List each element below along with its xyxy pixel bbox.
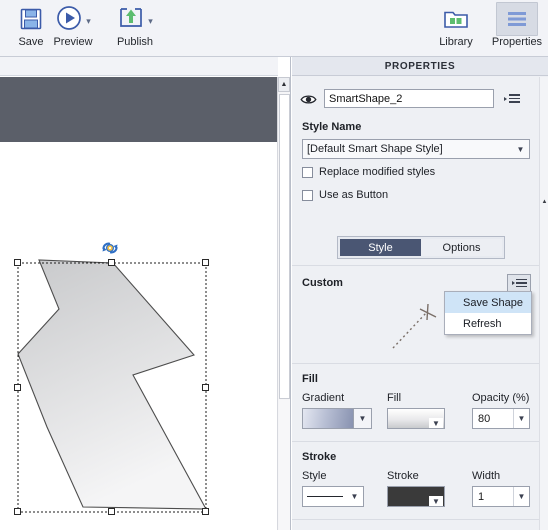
fill-section-label: Fill bbox=[302, 373, 318, 385]
custom-options-menu-button[interactable] bbox=[507, 274, 531, 292]
style-options-tabs: Style Options bbox=[337, 236, 505, 259]
stroke-color-picker[interactable]: ▼ bbox=[387, 486, 445, 507]
stroke-width-chevron-down-icon[interactable]: ▼ bbox=[513, 487, 529, 506]
publish-chevron-down-icon[interactable]: ▾ bbox=[148, 16, 153, 27]
resize-handle-top-center[interactable] bbox=[108, 259, 115, 266]
properties-button-label: Properties bbox=[491, 36, 543, 48]
save-floppy-icon bbox=[18, 2, 44, 36]
gradient-label: Gradient bbox=[302, 392, 345, 404]
replace-modified-styles-label: Replace modified styles bbox=[319, 166, 436, 178]
canvas-vertical-scrollbar[interactable]: ▲ bbox=[277, 77, 290, 530]
shape-name-input[interactable] bbox=[324, 89, 494, 108]
stroke-style-line-preview bbox=[307, 496, 343, 497]
style-name-dropdown-value: [Default Smart Shape Style] bbox=[307, 143, 443, 155]
stroke-color-swatch[interactable]: ▼ bbox=[387, 486, 445, 507]
style-name-label: Style Name bbox=[302, 121, 362, 133]
canvas-slide-page[interactable] bbox=[0, 142, 278, 530]
fill-picker[interactable]: ▼ bbox=[387, 408, 445, 429]
publish-button[interactable]: ▾ Publish bbox=[104, 2, 166, 55]
preview-chevron-down-icon[interactable]: ▾ bbox=[86, 16, 91, 27]
opacity-chevron-down-icon[interactable]: ▼ bbox=[513, 409, 529, 428]
style-name-dropdown[interactable]: [Default Smart Shape Style] ▼ bbox=[302, 139, 530, 159]
library-button[interactable]: Library bbox=[425, 2, 487, 55]
replace-modified-styles-row[interactable]: Replace modified styles bbox=[302, 166, 435, 178]
canvas-dark-band bbox=[0, 77, 278, 142]
resize-handle-middle-right[interactable] bbox=[202, 384, 209, 391]
custom-section-label: Custom bbox=[302, 277, 343, 289]
fill-chevron-down-icon[interactable]: ▼ bbox=[429, 418, 443, 428]
properties-panel-body: Style Name [Default Smart Shape Style] ▼… bbox=[292, 77, 539, 530]
menu-item-save-shape[interactable]: Save Shape bbox=[445, 292, 531, 313]
resize-handle-middle-left[interactable] bbox=[14, 384, 21, 391]
opacity-stepper[interactable]: 80 ▼ bbox=[472, 408, 530, 429]
application-window: Save ▾ Preview ▾ Publish Library Propert… bbox=[0, 0, 548, 530]
visibility-eye-icon[interactable] bbox=[300, 93, 317, 105]
custom-section: Custom Save Shape Refresh bbox=[292, 265, 539, 361]
menu-item-refresh[interactable]: Refresh bbox=[445, 313, 531, 334]
use-as-button-label: Use as Button bbox=[319, 189, 389, 201]
fill-label: Fill bbox=[387, 392, 402, 404]
stroke-width-value: 1 bbox=[478, 490, 485, 503]
opacity-label: Opacity (%) bbox=[472, 392, 530, 404]
stroke-style-label: Style bbox=[302, 470, 327, 482]
rotate-handle-icon[interactable] bbox=[100, 240, 120, 256]
canvas-top-strip bbox=[0, 57, 278, 76]
fill-swatch[interactable]: ▼ bbox=[387, 408, 445, 429]
gradient-swatch[interactable] bbox=[302, 408, 354, 429]
stroke-style-dropdown[interactable]: ▼ bbox=[302, 486, 364, 507]
main-toolbar: Save ▾ Preview ▾ Publish Library Propert… bbox=[0, 0, 548, 57]
opacity-value: 80 bbox=[478, 412, 491, 425]
tab-options[interactable]: Options bbox=[421, 239, 502, 256]
use-as-button-checkbox[interactable] bbox=[302, 189, 313, 201]
resize-handle-bottom-left[interactable] bbox=[14, 508, 21, 515]
preview-button[interactable]: ▾ Preview bbox=[42, 2, 104, 55]
stroke-width-label: Width bbox=[472, 470, 501, 482]
publish-button-label: Publish bbox=[116, 36, 154, 48]
canvas-scrollbar-track[interactable] bbox=[279, 400, 290, 530]
library-folder-icon bbox=[442, 2, 470, 36]
library-button-label: Library bbox=[439, 36, 473, 48]
fill-section: Fill Gradient ▼ Fill ▼ Opacity (%) 80 ▼ bbox=[292, 363, 539, 441]
style-name-chevron-down-icon[interactable]: ▼ bbox=[512, 140, 529, 158]
shadow-and-reflection-section[interactable]: Shadow and Reflection bbox=[292, 519, 539, 530]
properties-vertical-scrollbar[interactable]: ▲ bbox=[539, 77, 548, 530]
scroll-up-arrow-icon[interactable]: ▲ bbox=[278, 77, 290, 92]
custom-options-dropdown-menu[interactable]: Save Shape Refresh bbox=[444, 291, 532, 335]
properties-scroll-up-arrow-icon[interactable]: ▲ bbox=[541, 198, 548, 206]
shape-name-row bbox=[292, 89, 539, 108]
stroke-color-chevron-down-icon[interactable]: ▼ bbox=[429, 496, 443, 506]
publish-upload-icon bbox=[117, 5, 145, 34]
properties-lines-icon bbox=[496, 2, 538, 36]
preview-play-icon bbox=[55, 4, 83, 35]
tab-style[interactable]: Style bbox=[340, 239, 421, 256]
preview-button-label: Preview bbox=[53, 36, 93, 48]
resize-handle-bottom-center[interactable] bbox=[108, 508, 115, 515]
stroke-width-stepper[interactable]: 1 ▼ bbox=[472, 486, 530, 507]
stroke-color-label: Stroke bbox=[387, 470, 419, 482]
canvas-area[interactable]: ▲ bbox=[0, 57, 291, 530]
stroke-section-label: Stroke bbox=[302, 451, 337, 463]
properties-panel: PROPERTIES Style Name [Defa bbox=[292, 57, 548, 530]
save-button-label: Save bbox=[18, 36, 44, 48]
gradient-picker[interactable]: ▼ bbox=[302, 408, 372, 429]
properties-panel-title: PROPERTIES bbox=[292, 57, 548, 76]
gradient-chevron-down-icon[interactable]: ▼ bbox=[354, 408, 372, 429]
canvas-scrollbar-thumb[interactable] bbox=[279, 94, 290, 399]
shape-name-options-menu-icon[interactable] bbox=[503, 91, 521, 106]
resize-handle-top-right[interactable] bbox=[202, 259, 209, 266]
stroke-section: Stroke Style ▼ Stroke ▼ Width 1 ▼ bbox=[292, 441, 539, 519]
use-as-button-row[interactable]: Use as Button bbox=[302, 189, 388, 201]
properties-button[interactable]: Properties bbox=[486, 2, 548, 55]
resize-handle-bottom-right[interactable] bbox=[202, 508, 209, 515]
replace-modified-styles-checkbox[interactable] bbox=[302, 166, 313, 178]
resize-handle-top-left[interactable] bbox=[14, 259, 21, 266]
stroke-style-chevron-down-icon[interactable]: ▼ bbox=[346, 487, 363, 506]
